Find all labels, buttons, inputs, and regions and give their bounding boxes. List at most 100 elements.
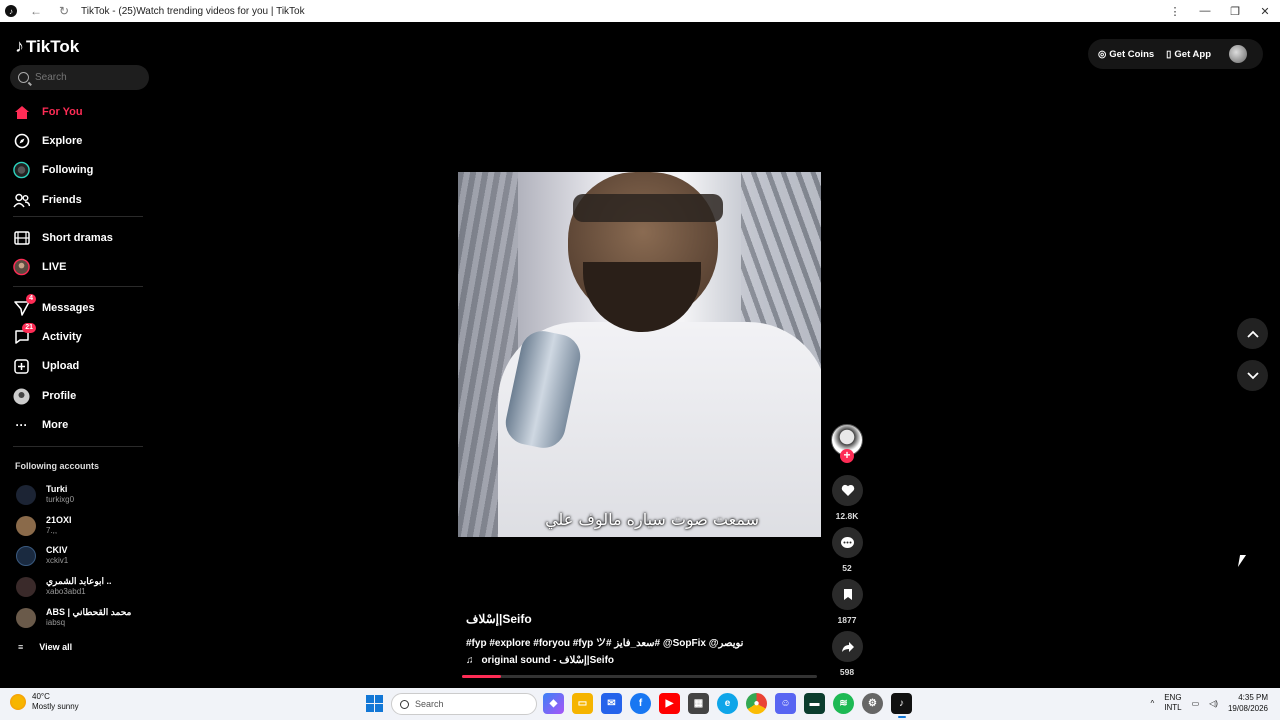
sidebar-item-upload[interactable]: Upload — [13, 356, 79, 376]
account-name: Turki — [46, 484, 68, 494]
sidebar-item-following[interactable]: Following — [13, 160, 93, 180]
following-account[interactable]: CKIV xckiv1 — [16, 545, 68, 566]
start-button[interactable] — [366, 695, 383, 712]
back-icon[interactable]: ← — [27, 4, 45, 18]
sidebar-item-label: Following — [42, 164, 94, 176]
heart-icon — [841, 484, 854, 496]
previous-video-button[interactable] — [1237, 318, 1268, 349]
sidebar-item-label: More — [42, 419, 69, 431]
sidebar-divider — [13, 446, 143, 447]
tiktok-note-icon: ♪ — [15, 36, 24, 56]
spotify-icon[interactable]: ≋ — [833, 693, 854, 714]
following-account[interactable]: ABS | محمد القحطاني iabsq — [16, 607, 131, 628]
refresh-icon[interactable]: ↻ — [55, 4, 73, 18]
video-player[interactable]: سمعت صوت سياره مالوف علي — [458, 172, 821, 537]
tiktok-logo[interactable]: ♪ TikTok — [15, 36, 79, 57]
activity-badge: 21 — [22, 322, 36, 333]
sidebar-item-profile[interactable]: Profile — [13, 386, 76, 406]
weather-widget[interactable]: 40°C Mostly sunny — [10, 692, 79, 712]
get-app-button[interactable]: ▯ Get App — [1166, 49, 1211, 60]
sidebar-item-for-you[interactable]: For You — [13, 102, 83, 122]
following-account[interactable]: 21OXI 7.,, — [16, 515, 72, 536]
taskbar-search-placeholder: Search — [415, 699, 444, 709]
user-avatar[interactable] — [1229, 45, 1247, 63]
weather-temp: 40°C — [32, 692, 50, 701]
sidebar-item-friends[interactable]: Friends — [13, 190, 82, 210]
next-video-button[interactable] — [1237, 360, 1268, 391]
clock-date: 19/08/2026 — [1227, 704, 1268, 713]
share-count: 598 — [839, 667, 855, 677]
avatar — [16, 607, 36, 628]
search-input[interactable] — [35, 72, 135, 83]
sidebar-item-explore[interactable]: Explore — [13, 131, 82, 151]
following-icon — [13, 161, 30, 179]
clock-time: 4:35 PM — [1238, 693, 1268, 702]
comment-button[interactable] — [832, 527, 863, 558]
video-progress-bar[interactable] — [462, 675, 817, 678]
store-icon[interactable]: ▦ — [688, 693, 709, 714]
mouse-cursor-icon — [1237, 555, 1247, 567]
video-author[interactable]: إسْلاف|Seifo — [466, 612, 532, 626]
like-button[interactable] — [832, 475, 863, 506]
file-explorer-icon[interactable]: ▭ — [572, 693, 593, 714]
account-name: 21OXI — [46, 515, 72, 525]
follow-plus-icon[interactable]: + — [840, 449, 854, 463]
tiktok-app-icon[interactable]: ♪ — [891, 693, 912, 718]
facebook-icon[interactable]: f — [630, 693, 651, 714]
sidebar-item-live[interactable]: LIVE — [13, 257, 66, 277]
clock[interactable]: 4:35 PM 19/08/2026 — [1228, 692, 1268, 714]
get-coins-label: Get Coins — [1109, 48, 1155, 60]
avatar — [16, 545, 36, 566]
maximize-icon[interactable]: ❐ — [1220, 0, 1250, 22]
sidebar-item-messages[interactable]: 4 Messages — [13, 293, 95, 318]
language-indicator[interactable]: ENG INTL — [1164, 693, 1181, 713]
youtube-icon[interactable]: ▶ — [659, 693, 680, 714]
logo-text: TikTok — [26, 36, 80, 56]
system-tray: ^ ENG INTL ▭ ◁) 4:35 PM 19/08/2026 — [1150, 692, 1268, 714]
like-count: 12.8K — [835, 511, 859, 521]
taskbar-search[interactable]: Search — [391, 693, 537, 715]
avatar — [16, 576, 36, 597]
terminal-icon[interactable]: ▬ — [804, 693, 825, 714]
compass-icon — [13, 133, 30, 150]
live-icon — [13, 258, 30, 276]
chevron-up-icon[interactable]: ^ — [1150, 699, 1154, 708]
sidebar-divider — [13, 286, 143, 287]
following-account[interactable]: ابوعابد الشمري .. xabo3abd1 — [16, 576, 112, 597]
sidebar-item-label: Profile — [42, 390, 77, 402]
search-icon — [400, 699, 409, 709]
window-menu-icon[interactable]: ⋮ — [1160, 0, 1190, 22]
sidebar-item-activity[interactable]: 21 Activity — [13, 322, 82, 347]
following-account[interactable]: Turki turkixg0 — [16, 484, 74, 505]
edge-icon[interactable]: e — [717, 693, 738, 714]
close-icon[interactable]: ✕ — [1250, 0, 1280, 22]
view-all-button[interactable]: ≡ View all — [18, 642, 72, 652]
sidebar-item-short-dramas[interactable]: Short dramas — [13, 228, 113, 248]
get-coins-button[interactable]: ◎ Get Coins — [1098, 49, 1154, 60]
minimize-icon[interactable]: — — [1190, 0, 1220, 22]
sidebar-item-more[interactable]: ··· More — [13, 415, 69, 435]
get-app-label: Get App — [1174, 48, 1211, 60]
sun-icon — [10, 694, 26, 710]
video-description[interactable]: #fyp #explore #foryou #fyp ツ# سعد_فايز# … — [466, 634, 743, 649]
search-box[interactable] — [10, 65, 149, 90]
wifi-icon[interactable]: ▭ — [1192, 699, 1200, 708]
share-button[interactable] — [832, 631, 863, 662]
send-icon: 4 — [13, 293, 36, 317]
discord-icon[interactable]: ☺ — [775, 693, 796, 714]
volume-icon[interactable]: ◁) — [1209, 699, 1218, 708]
account-handle: xabo3abd1 — [46, 587, 86, 596]
music-note-icon: ♫ — [466, 655, 474, 666]
video-sound[interactable]: ♫ original sound - إسْلاف|Seifo — [466, 655, 614, 666]
account-handle: turkixg0 — [46, 495, 75, 504]
tiktok-favicon-icon: ♪ — [5, 5, 17, 17]
account-name: ABS | محمد القحطاني — [46, 607, 132, 617]
top-actions: ◎ Get Coins ▯ Get App — [1088, 39, 1263, 69]
account-name: ابوعابد الشمري .. — [46, 576, 112, 586]
copilot-icon[interactable]: ◆ — [543, 693, 564, 714]
chrome-icon[interactable]: ● — [746, 693, 767, 714]
mail-icon[interactable]: ✉ — [601, 693, 622, 714]
settings-icon[interactable]: ⚙ — [862, 693, 883, 714]
film-icon — [13, 230, 30, 247]
save-button[interactable] — [832, 579, 863, 610]
